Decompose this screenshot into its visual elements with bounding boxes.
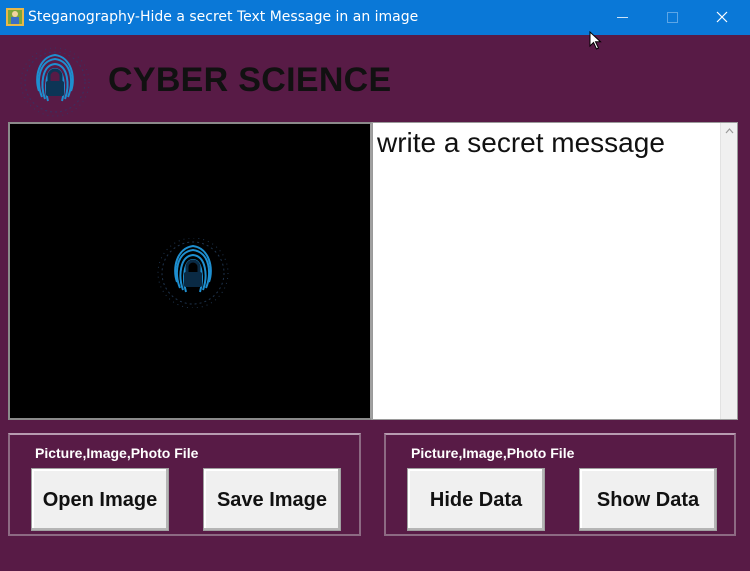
- brand-title: CYBER SCIENCE: [108, 61, 392, 99]
- vertical-scrollbar[interactable]: [720, 123, 737, 419]
- save-image-button[interactable]: Save Image: [203, 468, 341, 531]
- secret-message-textarea[interactable]: write a secret message: [372, 122, 738, 420]
- close-button[interactable]: [698, 0, 746, 35]
- group-label: Picture,Image,Photo File: [411, 445, 575, 461]
- title-bar[interactable]: Steganography-Hide a secret Text Message…: [0, 0, 750, 35]
- fingerprint-lock-icon: [157, 238, 229, 308]
- minimize-button[interactable]: [598, 0, 646, 35]
- image-file-group: Picture,Image,Photo File Open Image Save…: [8, 433, 361, 536]
- group-label: Picture,Image,Photo File: [35, 445, 199, 461]
- image-preview-panel: [8, 122, 372, 420]
- scroll-up-arrow-icon[interactable]: [725, 127, 734, 135]
- window-title: Steganography-Hide a secret Text Message…: [28, 9, 419, 25]
- show-data-button[interactable]: Show Data: [579, 468, 717, 531]
- app-icon: [6, 8, 24, 26]
- open-image-button[interactable]: Open Image: [31, 468, 169, 531]
- close-icon: [716, 11, 728, 23]
- fingerprint-lock-icon: [20, 47, 90, 117]
- mouse-cursor-icon: [589, 31, 602, 50]
- maximize-button[interactable]: [648, 0, 696, 35]
- secret-message-text: write a secret message: [377, 127, 665, 158]
- data-operations-group: Picture,Image,Photo File Hide Data Show …: [384, 433, 736, 536]
- hide-data-button[interactable]: Hide Data: [407, 468, 545, 531]
